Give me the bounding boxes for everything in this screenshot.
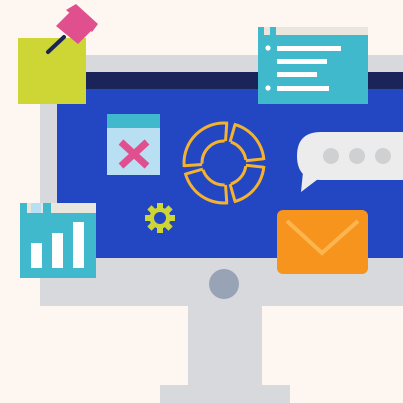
list-window-tab-2 [270,27,276,35]
list-line-4 [277,86,329,91]
envelope-body [277,210,368,274]
speech-dot-1 [323,148,339,164]
list-window-tab [258,27,264,35]
power-button[interactable] [209,269,239,299]
chart-window-tab-3 [43,203,51,213]
chart-bar-2 [52,233,63,268]
illustration-stage [0,0,403,403]
speech-dot-3 [375,148,391,164]
chart-window-tab-1 [20,203,27,213]
close-window-icon[interactable] [107,114,160,175]
speech-dot-2 [349,148,365,164]
list-window-body [258,27,368,104]
chart-bar-1 [31,243,42,268]
chart-window-tab-2 [31,203,41,213]
list-line-1 [277,46,341,51]
list-line-2 [277,59,327,64]
bar-chart-window-icon[interactable] [20,203,96,278]
gear-icon[interactable] [145,203,175,233]
chart-bar-3 [73,222,84,268]
monitor-stand-base [160,385,290,403]
list-bullet-4 [265,85,271,91]
list-line-3 [277,72,317,77]
monitor-stand-neck [188,305,262,387]
list-window-icon[interactable] [258,27,368,104]
close-window-header [107,114,160,128]
envelope-icon[interactable] [277,210,368,274]
illustration-canvas [18,4,403,403]
list-bullet-1 [265,45,271,51]
